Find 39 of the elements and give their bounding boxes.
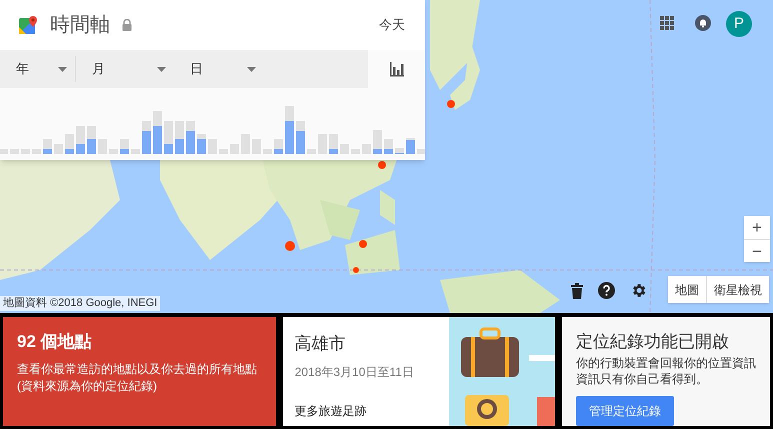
card-description: 你的行動裝置會回報你的位置資訊 [576,354,756,370]
caret-icon [247,66,256,72]
trash-icon[interactable] [571,283,583,299]
bar-chart-icon [388,61,404,77]
today-link[interactable]: 今天 [379,15,405,35]
map-pin-logo-icon [18,15,38,35]
chart-toggle-button[interactable] [368,50,425,88]
filter-dropdown[interactable]: 月 [76,56,174,82]
location-history-card[interactable]: 定位紀錄功能已開啟 你的行動裝置會回報你的位置資訊 資訊只有你自己看得到。 管理定位紀錄 [562,317,770,426]
map-type-button[interactable]: 衛星檢視 [706,276,769,303]
caret-icon [157,66,166,72]
notification-bell-icon[interactable] [695,15,711,31]
filter-dropdown[interactable]: 年 [0,56,76,82]
help-icon[interactable] [598,282,615,299]
zoom-out-button[interactable]: − [744,239,770,262]
apps-grid-icon[interactable] [660,16,674,30]
map-type-button[interactable]: 地圖 [668,276,706,303]
places-card[interactable]: 92 個地點 查看你最常造訪的地點以及你去過的所有地點(資料來源為你的定位紀錄) [3,317,276,426]
location-dot[interactable] [359,240,367,248]
card-title: 定位紀錄功能已開啟 [576,331,730,353]
card-description: 資訊只有你自己看得到。 [576,370,709,386]
card-title: 92 個地點 [17,331,93,353]
map-attribution: 地圖資料 ©2018 Google, INEGI [0,296,160,311]
lock-icon [122,19,132,31]
settings-icon[interactable] [630,282,647,299]
trip-card[interactable]: 高雄市 2018年3月10日至11日 更多旅遊足跡 [282,317,555,426]
location-dot[interactable] [353,267,359,273]
card-title: 高雄市 [294,333,347,355]
manage-history-button[interactable]: 管理定位紀錄 [576,396,674,426]
filter-dropdown[interactable]: 日 [174,56,264,82]
page-title: 時間軸 [50,13,110,38]
location-dot[interactable] [378,161,386,169]
location-dot[interactable] [285,241,295,251]
card-description: 查看你最常造訪的地點以及你去過的所有地點(資料來源為你的定位紀錄) [17,360,258,394]
more-trips-link[interactable]: 更多旅遊足跡 [294,402,437,420]
trip-date: 2018年3月10日至11日 [294,364,415,380]
zoom-in-button[interactable]: + [744,216,770,239]
location-dot[interactable] [447,100,455,108]
caret-icon [58,66,67,72]
